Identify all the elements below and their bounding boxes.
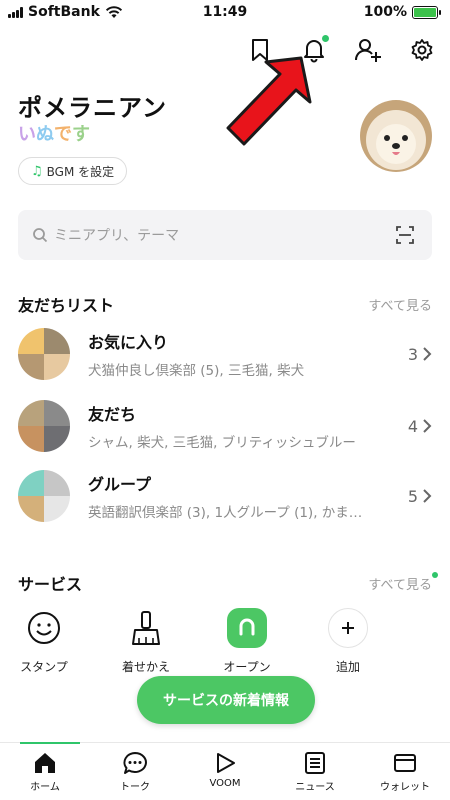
friend-group-members: 英語翻訳倶楽部 (3), 1人グループ (1), かま… [88, 505, 363, 521]
friends-thumbnail [18, 400, 70, 452]
music-note-icon: ♫ [31, 163, 43, 179]
bottom-tab-bar: ホーム トーク VOOM ニュース ウォレット [0, 742, 450, 800]
service-label: スタンプ [20, 660, 68, 674]
friend-group-row-favorites[interactable]: お気に入り 犬猫仲良し倶楽部 (5), 三毛猫, 柴犬 3 [18, 326, 432, 382]
friend-group-members: 犬猫仲良し倶楽部 (5), 三毛猫, 柴犬 [88, 363, 305, 379]
service-openchat[interactable]: オープン [207, 608, 287, 675]
tab-news[interactable]: ニュース [270, 743, 360, 800]
status-bar: SoftBank 11:49 100% [0, 0, 450, 26]
profile-avatar[interactable] [360, 100, 432, 172]
smile-icon [24, 608, 64, 648]
chevron-right-icon [423, 347, 432, 361]
plus-icon [328, 608, 368, 648]
chevron-right-icon [423, 419, 432, 433]
service-stamp[interactable]: スタンプ [4, 608, 84, 675]
friend-group-row-groups[interactable]: グループ 英語翻訳倶楽部 (3), 1人グループ (1), かま… 5 [18, 468, 432, 524]
tab-label: ホーム [30, 782, 60, 793]
service-label: 追加 [335, 660, 360, 674]
wallet-icon [394, 754, 416, 772]
tab-talk[interactable]: トーク [90, 743, 180, 800]
qr-scan-icon[interactable] [396, 226, 414, 244]
friend-group-name: お気に入り [88, 333, 169, 352]
friend-group-name: 友だち [88, 405, 137, 424]
chevron-right-icon [423, 489, 432, 503]
tab-label: ニュース [295, 782, 335, 793]
service-news-toast-button[interactable]: サービスの新着情報 [137, 676, 315, 724]
services-section-title: サービス [18, 575, 83, 594]
service-label: 着せかえ [121, 660, 170, 674]
tab-label: トーク [120, 782, 150, 793]
home-icon [35, 753, 55, 773]
friend-group-name: グループ [88, 475, 152, 494]
tab-label: ウォレット [380, 782, 430, 793]
notification-dot [322, 35, 329, 42]
openchat-icon [227, 608, 267, 648]
paint-brush-icon [126, 608, 166, 648]
favorites-thumbnail [18, 328, 70, 380]
friend-group-count: 3 [407, 344, 418, 364]
search-icon [33, 228, 48, 243]
friend-group-members: シャム, 柴犬, 三毛猫, ブリティッシュブルー [88, 435, 356, 451]
services-see-all-link[interactable]: すべて見る [368, 571, 438, 593]
add-friend-icon[interactable] [354, 36, 382, 64]
chat-bubble-icon [123, 752, 147, 774]
groups-thumbnail [18, 470, 70, 522]
bgm-button[interactable]: ♫ BGM を設定 [18, 157, 128, 185]
friend-group-count: 4 [407, 416, 418, 436]
settings-gear-icon[interactable] [408, 36, 436, 64]
tab-home[interactable]: ホーム [0, 742, 90, 800]
services-section-header: サービス すべて見る [18, 571, 438, 595]
search-placeholder: ミニアプリ、テーマ [54, 228, 180, 244]
service-label: オープン [223, 660, 271, 674]
battery-icon [412, 5, 441, 19]
search-bar[interactable]: ミニアプリ、テーマ [18, 210, 432, 260]
friend-group-count: 5 [407, 486, 418, 506]
bgm-button-label: BGM を設定 [46, 164, 115, 179]
service-theme[interactable]: 着せかえ [106, 608, 186, 675]
profile-status-message[interactable]: いぬです [18, 120, 90, 146]
tab-label: VOOM [209, 778, 241, 789]
friend-group-row-friends[interactable]: 友だち シャム, 柴犬, 三毛猫, ブリティッシュブルー 4 [18, 398, 432, 454]
battery-info: 100% [363, 4, 441, 20]
red-arrow-annotation [226, 56, 312, 146]
tab-voom[interactable]: VOOM [180, 743, 270, 800]
tab-wallet[interactable]: ウォレット [360, 743, 450, 800]
friends-section-header: 友だちリスト すべて見る [18, 292, 432, 316]
friends-section-title: 友だちリスト [18, 296, 115, 315]
service-add[interactable]: 追加 [308, 608, 388, 675]
news-icon [305, 752, 325, 774]
active-tab-indicator [20, 742, 80, 744]
friends-see-all-link[interactable]: すべて見る [368, 295, 432, 314]
battery-percent: 100% [363, 4, 407, 20]
services-new-dot [432, 571, 438, 578]
voom-play-icon [217, 753, 235, 773]
profile-name[interactable]: ポメラニアン [18, 88, 167, 123]
